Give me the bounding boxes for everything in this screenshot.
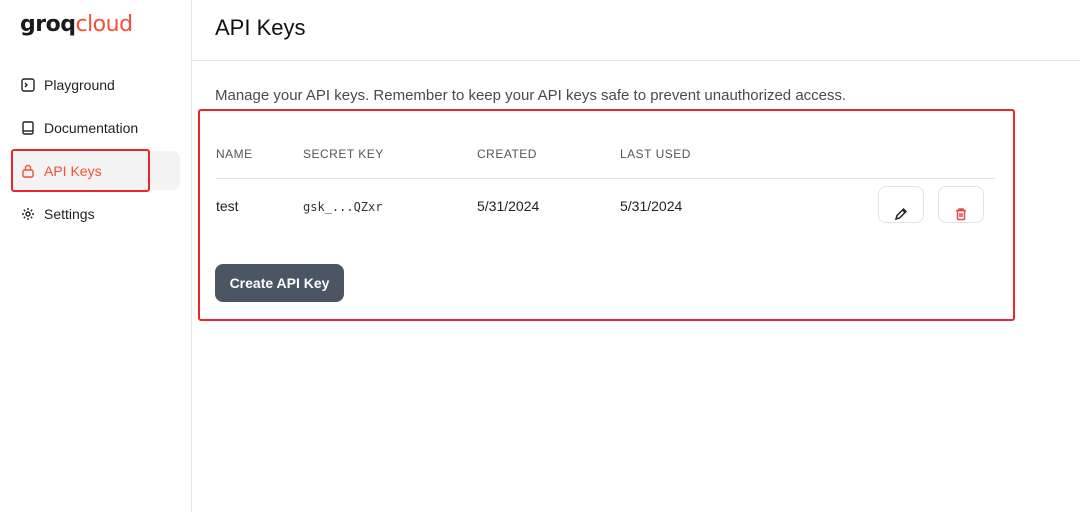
column-header-name: NAME [216, 147, 253, 161]
create-api-key-button[interactable]: Create API Key [215, 264, 344, 302]
delete-key-button[interactable] [938, 186, 984, 223]
sidebar-item-playground[interactable]: Playground [12, 65, 180, 104]
sidebar-item-documentation[interactable]: Documentation [12, 108, 180, 147]
pencil-icon [893, 206, 909, 225]
column-header-created: CREATED [477, 147, 537, 161]
logo-text-cloud: cloud [75, 12, 133, 37]
sidebar-item-label: Playground [44, 76, 115, 93]
page-title: API Keys [215, 15, 306, 40]
key-name: test [216, 198, 239, 214]
groqcloud-logo[interactable]: groqcloud [20, 12, 133, 37]
sidebar-nav: Playground Documentation API Keys Settin… [12, 65, 180, 237]
sidebar-item-api-keys[interactable]: API Keys [12, 151, 180, 190]
edit-key-button[interactable] [878, 186, 924, 223]
sidebar-item-label: API Keys [44, 162, 102, 179]
page-header: API Keys [192, 0, 1080, 61]
trash-icon [953, 206, 969, 225]
gear-icon [20, 206, 36, 222]
terminal-icon [20, 77, 36, 93]
lock-icon [20, 163, 36, 179]
logo-text-groq: groq [20, 12, 76, 37]
sidebar-item-settings[interactable]: Settings [12, 194, 180, 233]
column-header-last-used: LAST USED [620, 147, 691, 161]
last-used-date: 5/31/2024 [620, 198, 683, 214]
table-row: test gsk_...QZxr 5/31/2024 5/31/2024 [216, 179, 995, 233]
page-description: Manage your API keys. Remember to keep y… [215, 87, 847, 104]
column-header-secret-key: SECRET KEY [303, 147, 384, 161]
sidebar-item-label: Settings [44, 205, 95, 222]
table-header: NAME SECRET KEY CREATED LAST USED [216, 146, 995, 179]
book-icon [20, 120, 36, 136]
sidebar: groqcloud Playground Documentation API K… [0, 0, 192, 512]
sidebar-item-label: Documentation [44, 119, 139, 136]
secret-key-value: gsk_...QZxr [303, 200, 383, 214]
created-date: 5/31/2024 [477, 198, 540, 214]
